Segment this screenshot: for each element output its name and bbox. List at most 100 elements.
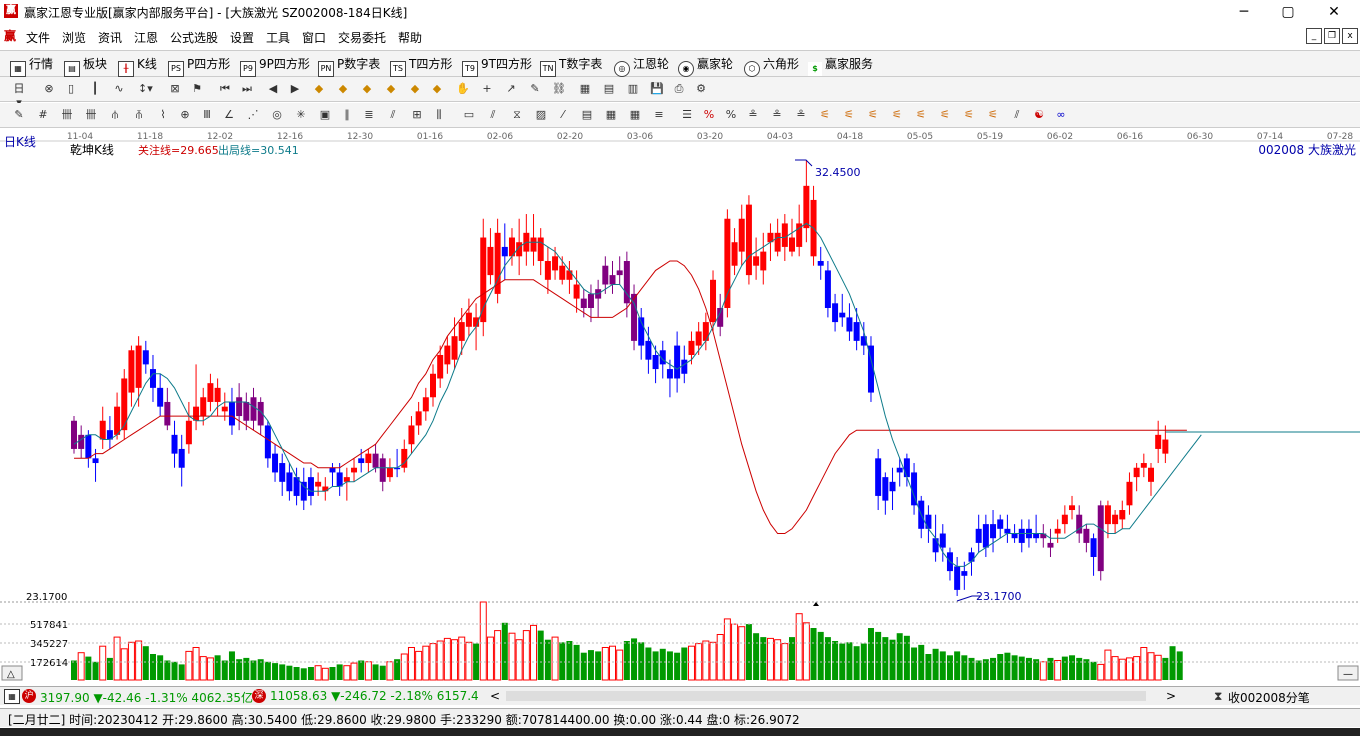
period-label[interactable]: 日K线 bbox=[4, 135, 36, 149]
bars-icon[interactable]: ┃ bbox=[88, 82, 102, 96]
candle-body[interactable] bbox=[408, 425, 415, 445]
cross-box-icon[interactable]: ⊠ bbox=[168, 82, 182, 96]
index-table-icon[interactable]: ▦ bbox=[4, 689, 20, 704]
percent-tool-icon[interactable]: % bbox=[702, 108, 716, 122]
candle-body[interactable] bbox=[537, 237, 544, 262]
toolbar-gann-wheel-button[interactable]: ◎ 江恩轮 bbox=[614, 55, 669, 77]
zoom-in-icon[interactable]: ◆ bbox=[312, 82, 326, 96]
toolbar-quotes-button[interactable]: ▦ 行情 bbox=[10, 55, 53, 77]
brush-icon[interactable]: ⌇ bbox=[156, 108, 170, 122]
toolbar-p-square-button[interactable]: PS P四方形 bbox=[168, 55, 230, 77]
candle-body[interactable] bbox=[832, 303, 839, 323]
candle-body[interactable] bbox=[925, 514, 932, 529]
candle-body[interactable] bbox=[702, 322, 709, 341]
candle-body[interactable] bbox=[982, 524, 989, 548]
candle-body[interactable] bbox=[853, 322, 860, 341]
hand-icon[interactable]: ✋ bbox=[456, 82, 470, 96]
candle-body[interactable] bbox=[939, 533, 946, 548]
hash-icon[interactable]: # bbox=[36, 108, 50, 122]
candle-body[interactable] bbox=[444, 345, 451, 365]
scroll-right-icon[interactable]: ▶ bbox=[288, 82, 302, 96]
candle-body[interactable] bbox=[149, 369, 156, 388]
candle-body[interactable] bbox=[997, 519, 1004, 529]
candle-body[interactable] bbox=[781, 223, 788, 247]
sz-icon[interactable]: 深 bbox=[252, 689, 266, 703]
candle-body[interactable] bbox=[1162, 439, 1169, 454]
candle-body[interactable] bbox=[178, 448, 185, 468]
candle-body[interactable] bbox=[336, 472, 343, 487]
mdi-minimize-button[interactable]: _ bbox=[1306, 28, 1322, 44]
stripe-icon[interactable]: ▤ bbox=[580, 108, 594, 122]
candle-body[interactable] bbox=[92, 458, 99, 464]
candle-body[interactable] bbox=[157, 387, 164, 407]
candle-body[interactable] bbox=[250, 397, 257, 421]
zoom-out-icon[interactable]: ◆ bbox=[336, 82, 350, 96]
matrix-icon[interactable]: ▦ bbox=[604, 108, 618, 122]
candle-body[interactable] bbox=[193, 406, 200, 421]
candle-body[interactable] bbox=[501, 246, 508, 257]
candle-body[interactable] bbox=[171, 434, 178, 454]
move-up-icon[interactable]: ◆ bbox=[360, 82, 374, 96]
candle-body[interactable] bbox=[1033, 533, 1040, 539]
columns-icon[interactable]: Ⅲ bbox=[200, 108, 214, 122]
candle-body[interactable] bbox=[221, 406, 228, 412]
ratio3-icon[interactable]: ≗ bbox=[794, 108, 808, 122]
candle-body[interactable] bbox=[1061, 514, 1068, 525]
scroll-right-button[interactable]: > bbox=[1166, 689, 1176, 703]
candle-body[interactable] bbox=[228, 401, 235, 426]
chart-canvas[interactable]: 11-04 11-18 12-02 12-16 12-30 01-16 02-06 02-20… bbox=[0, 128, 1360, 684]
candle-body[interactable] bbox=[1155, 434, 1162, 449]
candle-body[interactable] bbox=[286, 472, 293, 492]
candle-body[interactable] bbox=[846, 317, 853, 332]
candle-body[interactable] bbox=[214, 387, 221, 402]
candle-body[interactable] bbox=[824, 270, 831, 308]
candle-body[interactable] bbox=[351, 467, 358, 473]
menu-trade[interactable]: 交易委托 bbox=[338, 29, 386, 46]
menu-tools[interactable]: 工具 bbox=[266, 29, 290, 46]
flag-icon[interactable]: ⚑ bbox=[190, 82, 204, 96]
candle-body[interactable] bbox=[954, 566, 961, 590]
candle-body[interactable] bbox=[544, 261, 551, 280]
candle-body[interactable] bbox=[185, 420, 192, 445]
hatch-icon[interactable]: ▨ bbox=[534, 108, 548, 122]
candle-body[interactable] bbox=[243, 401, 250, 421]
candle-body[interactable] bbox=[932, 538, 939, 553]
candle-body[interactable] bbox=[731, 242, 738, 266]
candle-body[interactable] bbox=[372, 453, 379, 468]
status-scrollbar[interactable] bbox=[506, 691, 1146, 701]
scroll-left-button[interactable]: < bbox=[490, 689, 500, 703]
sh-index-quote[interactable]: 3197.90 ▼-42.46 -1.31% 4062.35亿 bbox=[40, 689, 253, 706]
candle-body[interactable] bbox=[379, 458, 386, 482]
pen-icon[interactable]: ✎ bbox=[12, 108, 26, 122]
tick-list-icon[interactable]: ⧗ bbox=[1214, 689, 1222, 704]
toolbar-9t-square-button[interactable]: T9 9T四方形 bbox=[462, 55, 532, 77]
candle-body[interactable] bbox=[164, 401, 171, 426]
kline-chart[interactable]: 11-04 11-18 12-02 12-16 12-30 01-16 02-06 02-20… bbox=[0, 128, 1360, 684]
candle-body[interactable] bbox=[975, 528, 982, 543]
candle-body[interactable] bbox=[803, 185, 810, 229]
candle-body[interactable] bbox=[745, 204, 752, 276]
fib-icon[interactable]: ≣ bbox=[362, 108, 376, 122]
candle-body[interactable] bbox=[602, 265, 609, 285]
candle-body[interactable] bbox=[1133, 467, 1140, 478]
toolbar-service-button[interactable]: $ 赢家服务 bbox=[808, 55, 873, 76]
arc-icon[interactable]: ⋰ bbox=[246, 108, 260, 122]
candle-body[interactable] bbox=[760, 251, 767, 271]
print-icon[interactable]: ⎙ bbox=[672, 82, 686, 96]
candle-body[interactable] bbox=[1104, 505, 1111, 525]
calendar-icon[interactable]: ▦ bbox=[578, 82, 592, 96]
speed3-icon[interactable]: ⚟ bbox=[866, 108, 880, 122]
menu-file[interactable]: 文件 bbox=[26, 29, 50, 46]
candle-body[interactable] bbox=[666, 369, 673, 379]
toolbar-kline-button[interactable]: ╫ K线 bbox=[118, 55, 157, 77]
candle-body[interactable] bbox=[990, 524, 997, 539]
candle-body[interactable] bbox=[1047, 542, 1054, 548]
save-icon[interactable]: 💾 bbox=[650, 82, 664, 96]
candle-body[interactable] bbox=[688, 340, 695, 355]
candle-body[interactable] bbox=[839, 312, 846, 318]
speed6-icon[interactable]: ⚟ bbox=[938, 108, 952, 122]
mdi-restore-button[interactable]: ❐ bbox=[1324, 28, 1340, 44]
candle-body[interactable] bbox=[465, 312, 472, 327]
candle-body[interactable] bbox=[738, 218, 745, 252]
candle-body[interactable] bbox=[889, 481, 896, 492]
